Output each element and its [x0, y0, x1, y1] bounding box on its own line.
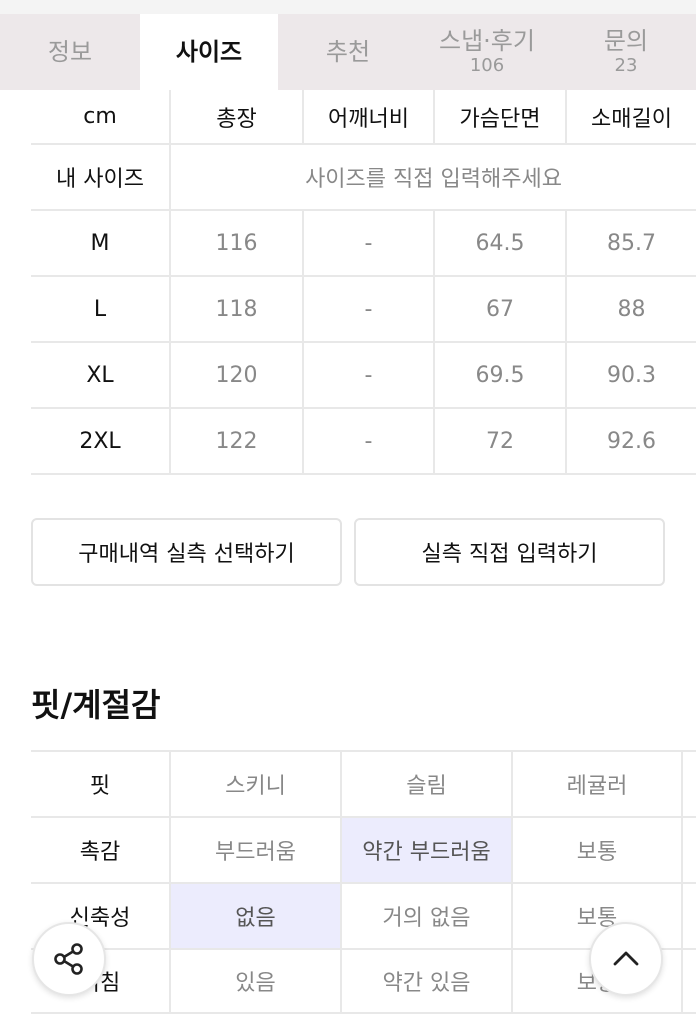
size-name: XL [31, 343, 171, 407]
tab-label: 문의 [603, 27, 649, 55]
header-chest-width: 가슴단면 [435, 90, 567, 143]
size-value: 85.7 [607, 230, 656, 256]
fit-option: 거의 없음 [342, 884, 513, 948]
fit-section-title: 핏/계절감 [31, 686, 161, 724]
header-unit: cm [31, 90, 171, 143]
size-name: 2XL [31, 409, 171, 473]
size-value: 92.6 [607, 428, 656, 454]
fit-row-label: 촉감 [31, 818, 171, 882]
purchase-history-measure-button[interactable]: 구매내역 실측 선택하기 [31, 518, 342, 586]
tab-bar: 정보 사이즈 추천 스냅·후기 106 문의 23 [0, 14, 696, 90]
table-row: XL 120 - 69.5 90.3 [31, 343, 696, 409]
size-name: M [31, 211, 171, 275]
fit-row: 촉감 부드러움 약간 부드러움 보통 [31, 816, 696, 882]
size-value: 116 [171, 211, 304, 275]
size-value: - [304, 343, 435, 407]
fit-option: 부드러움 [171, 818, 342, 882]
size-value: 69.5 [435, 343, 567, 407]
tab-info[interactable]: 정보 [0, 14, 140, 90]
fit-option-selected: 없음 [171, 884, 342, 948]
size-name: L [31, 277, 171, 341]
size-value: 64.5 [435, 211, 567, 275]
top-strip [0, 0, 696, 14]
scroll-top-button[interactable] [589, 922, 663, 996]
tab-count: 106 [469, 55, 505, 76]
fit-option-selected: 약간 부드러움 [342, 818, 513, 882]
tab-label: 스냅·후기 [439, 27, 535, 55]
chevron-up-icon [613, 951, 639, 966]
size-value: 120 [171, 343, 304, 407]
table-row: M 116 - 64.5 85.7 [31, 211, 696, 277]
my-size-row[interactable]: 내 사이즈 사이즈를 직접 입력해주세요 [31, 145, 696, 211]
tab-label: 사이즈 [175, 38, 243, 66]
fit-row: 핏 스키니 슬림 레귤러 [31, 750, 696, 816]
header-shoulder-width: 어깨너비 [304, 90, 435, 143]
size-value: 88 [617, 296, 646, 322]
header-sleeve-length: 소매길이 [591, 106, 672, 132]
fit-option: 슬림 [342, 752, 513, 816]
size-value: 122 [171, 409, 304, 473]
my-size-label: 내 사이즈 [31, 145, 171, 209]
fit-option: 있음 [171, 950, 342, 1012]
size-value: 67 [435, 277, 567, 341]
fit-row-label: 핏 [31, 752, 171, 816]
size-value: 90.3 [607, 362, 656, 388]
table-row: L 118 - 67 88 [31, 277, 696, 343]
fit-option: 레귤러 [513, 752, 683, 816]
header-total-length: 총장 [171, 90, 304, 143]
size-value: - [304, 211, 435, 275]
tab-snap-review[interactable]: 스냅·후기 106 [418, 14, 556, 90]
tab-recommend[interactable]: 추천 [278, 14, 418, 90]
my-size-input-prompt[interactable]: 사이즈를 직접 입력해주세요 [171, 145, 696, 209]
fit-option: 스키니 [171, 752, 342, 816]
share-button[interactable] [32, 922, 106, 996]
size-value: - [304, 409, 435, 473]
tab-size[interactable]: 사이즈 [140, 14, 278, 90]
tab-label: 추천 [325, 38, 371, 66]
tab-label: 정보 [47, 38, 93, 66]
size-table-header: cm 총장 어깨너비 가슴단면 소매길이 [31, 90, 696, 145]
size-value: 118 [171, 277, 304, 341]
size-table: cm 총장 어깨너비 가슴단면 소매길이 내 사이즈 사이즈를 직접 입력해주세… [31, 90, 696, 475]
size-value: 72 [435, 409, 567, 473]
size-value: - [304, 277, 435, 341]
fit-option: 보통 [513, 818, 683, 882]
direct-measure-input-button[interactable]: 실측 직접 입력하기 [354, 518, 665, 586]
table-row: 2XL 122 - 72 92.6 [31, 409, 696, 475]
tab-inquiry[interactable]: 문의 23 [556, 14, 696, 90]
tab-count: 23 [614, 55, 638, 76]
share-icon [54, 943, 83, 975]
fit-option: 약간 있음 [342, 950, 513, 1012]
